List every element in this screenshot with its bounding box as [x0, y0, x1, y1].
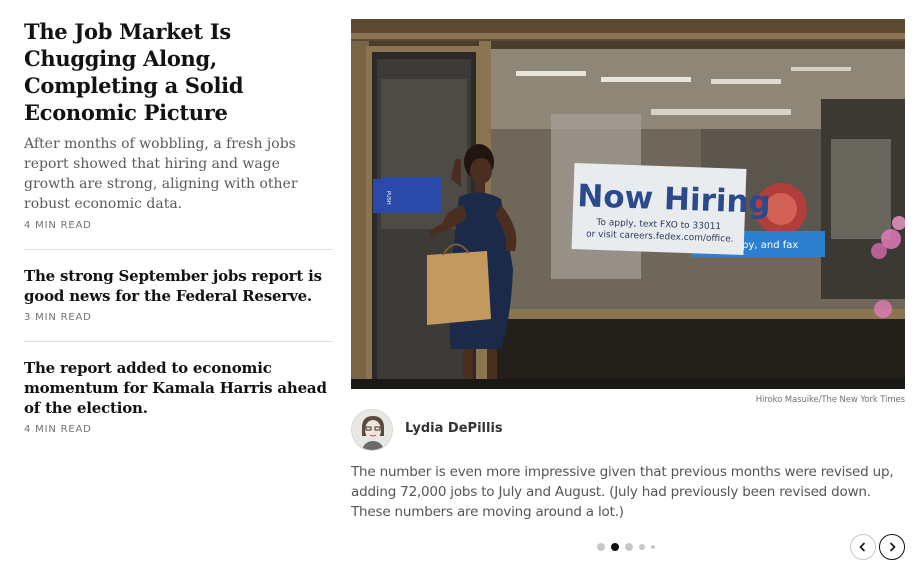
author-avatar[interactable] [351, 409, 393, 451]
carousel-dots [597, 543, 655, 551]
related-headline-2[interactable]: The report added to economic momentum fo… [24, 358, 333, 418]
storefront-photo: PUSH scan, copy, and fax Now Hiring To a… [351, 19, 905, 389]
carousel-dot[interactable] [651, 545, 655, 549]
live-update-text: The number is even more impressive given… [351, 464, 894, 520]
carousel-next-button[interactable] [879, 534, 905, 560]
related-read-time-2: 4 MIN READ [24, 424, 92, 435]
chevron-left-icon [859, 542, 866, 552]
lead-read-time: 4 MIN READ [24, 220, 92, 231]
related-read-time-1: 3 MIN READ [24, 312, 92, 323]
carousel-dot[interactable] [625, 543, 633, 551]
photo-credit: Hiroko Masuike/The New York Times [755, 395, 905, 405]
lead-summary: After months of wobbling, a fresh jobs r… [24, 136, 298, 212]
author-name[interactable]: Lydia DePillis [405, 421, 503, 436]
divider [24, 341, 333, 342]
carousel-dot-active[interactable] [611, 543, 619, 551]
related-headline-1[interactable]: The strong September jobs report is good… [24, 266, 333, 306]
carousel-prev-button[interactable] [850, 534, 876, 560]
lead-headline[interactable]: The Job Market Is Chugging Along, Comple… [24, 18, 333, 126]
sign-title: Now Hiring [577, 178, 772, 221]
carousel-dot[interactable] [597, 543, 605, 551]
story-list: The Job Market Is Chugging Along, Comple… [24, 18, 333, 435]
carousel-dot[interactable] [639, 544, 645, 550]
divider [24, 249, 333, 250]
author-portrait-icon [352, 410, 392, 450]
lead-photo[interactable]: PUSH scan, copy, and fax Now Hiring To a… [351, 19, 905, 389]
chevron-right-icon [889, 542, 896, 552]
push-label: PUSH [385, 191, 391, 205]
